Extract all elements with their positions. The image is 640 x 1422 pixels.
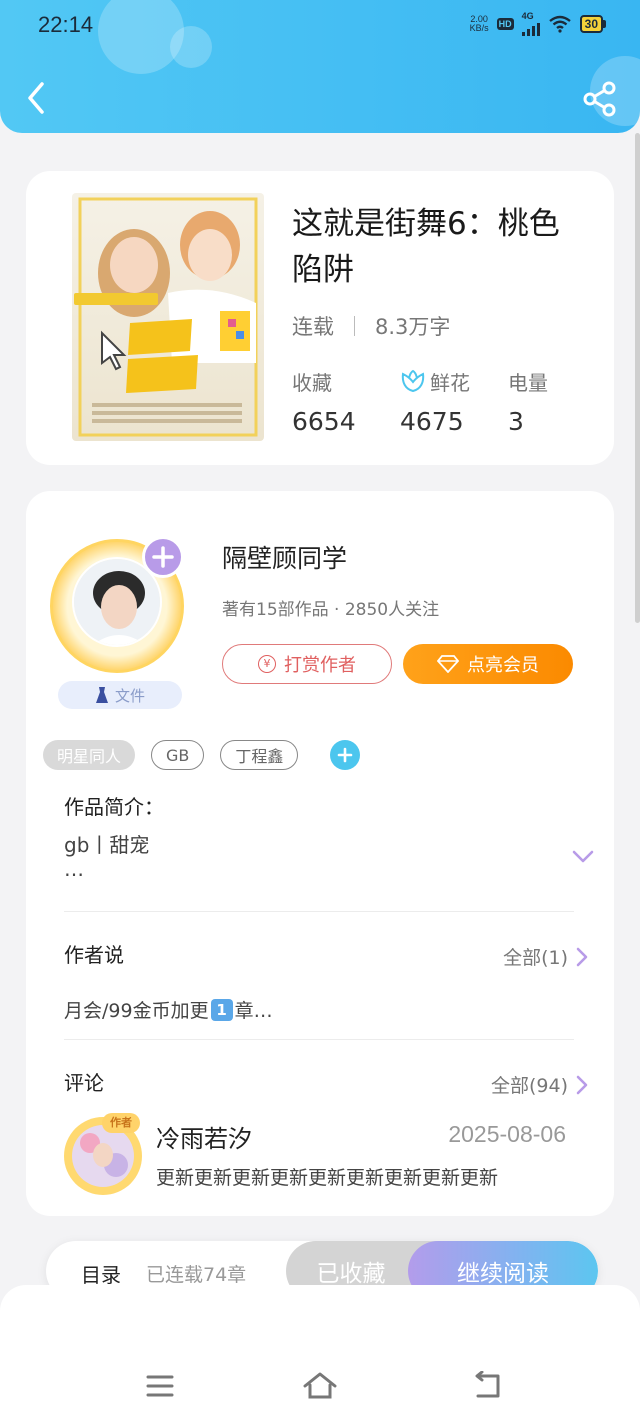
tip-author-button[interactable]: ¥ 打赏作者 xyxy=(222,644,392,684)
yen-icon: ¥ xyxy=(258,655,276,673)
book-meta: 连载 8.3万字 xyxy=(292,311,450,341)
chevron-down-icon xyxy=(572,850,594,863)
book-title: 这就是街舞6：桃色陷阱 xyxy=(292,206,560,288)
author-says-heading: 作者说 xyxy=(64,943,124,967)
stat-value: 4675 xyxy=(400,407,464,436)
book-stats: 收藏 6654 鲜花 4675 电量 3 xyxy=(292,367,616,436)
collected-label: 已收藏 xyxy=(316,1261,386,1287)
divider xyxy=(64,911,574,912)
divider xyxy=(64,1039,574,1040)
stat-label: 电量 xyxy=(508,370,548,395)
vip-button[interactable]: 点亮会员 xyxy=(403,644,573,684)
chevron-right-icon xyxy=(576,1075,588,1094)
share-icon xyxy=(583,81,616,117)
home-icon xyxy=(303,1372,337,1399)
battery-icon: 30 xyxy=(579,15,606,33)
author-badge: 文件 xyxy=(58,681,182,709)
comment-text[interactable]: 更新更新更新更新更新更新更新更新更新 xyxy=(156,1163,498,1190)
commenter-avatar[interactable]: 作者 xyxy=(64,1113,146,1195)
intro-text[interactable]: gb丨甜宠 … xyxy=(64,833,149,881)
stat-collections: 收藏 6654 xyxy=(292,367,400,437)
cover-illustration xyxy=(72,193,264,441)
intro-ellipsis: … xyxy=(64,857,84,881)
intro-line: gb丨甜宠 xyxy=(64,833,150,857)
tip-author-label: 打赏作者 xyxy=(284,655,356,676)
continue-reading-label: 继续阅读 xyxy=(457,1261,549,1287)
chapter-count: 已连载74章 xyxy=(146,1264,247,1286)
dress-icon xyxy=(95,687,108,703)
nav-home-button[interactable] xyxy=(302,1371,338,1401)
tag-list: 明星同人 GB 丁程鑫 xyxy=(43,740,361,770)
expand-intro-button[interactable] xyxy=(572,849,594,863)
chevron-right-icon xyxy=(576,947,588,966)
more-label: 全部(94) xyxy=(490,1075,568,1097)
network-type: 4G xyxy=(521,11,534,21)
signal-icon: 4G xyxy=(521,11,540,36)
status-icons: 2.00 KB/s HD 4G 30 xyxy=(470,12,606,36)
flower-icon xyxy=(401,369,425,393)
book-cover[interactable] xyxy=(72,193,264,441)
system-nav-bar xyxy=(0,1285,640,1422)
comments-more-link[interactable]: 全部(94) xyxy=(491,1071,588,1098)
wifi-icon xyxy=(548,15,571,33)
author-role-badge: 作者 xyxy=(102,1113,140,1133)
serial-status: 连载 xyxy=(292,315,334,339)
comments-heading: 评论 xyxy=(64,1071,104,1095)
stat-label: 鲜花 xyxy=(430,370,470,395)
add-tag-button[interactable] xyxy=(330,740,361,770)
meta-divider xyxy=(354,316,355,336)
diamond-icon xyxy=(437,655,459,673)
net-speed: 2.00 KB/s xyxy=(470,15,489,33)
author-avatar[interactable]: 文件 xyxy=(44,531,204,711)
comment-date: 2025-08-06 xyxy=(448,1121,566,1147)
plus-icon xyxy=(152,546,174,568)
author-name[interactable]: 隔壁顾同学 xyxy=(222,539,347,575)
scrollbar[interactable] xyxy=(635,133,640,623)
keycap-one-icon: 1 xyxy=(210,998,233,1021)
more-label: 全部(1) xyxy=(503,947,568,969)
stat-label: 收藏 xyxy=(292,370,332,395)
word-count: 8.3万字 xyxy=(375,315,451,339)
stat-value: 6654 xyxy=(292,407,356,436)
follow-author-button[interactable] xyxy=(142,536,184,578)
avatar-image xyxy=(72,1125,134,1187)
net-speed-unit: KB/s xyxy=(469,23,489,33)
back-arrow-icon xyxy=(475,1370,500,1398)
tag-item[interactable]: GB xyxy=(151,740,205,770)
status-time: 22:14 xyxy=(38,12,94,37)
back-button[interactable] xyxy=(20,78,54,118)
toc-button[interactable]: 目录 xyxy=(81,1259,121,1288)
author-info: 著有15部作品 · 2850人关注 xyxy=(222,600,440,620)
nav-menu-button[interactable] xyxy=(142,1371,178,1401)
vip-button-label: 点亮会员 xyxy=(467,655,539,676)
tag-item[interactable]: 明星同人 xyxy=(43,740,136,770)
decor-bubble xyxy=(170,26,212,68)
author-says-text-part: 章… xyxy=(234,1000,273,1022)
book-detail-card: 文件 隔壁顾同学 著有15部作品 · 2850人关注 ¥ 打赏作者 点亮会员 明… xyxy=(26,491,614,1216)
tag-item[interactable]: 丁程鑫 xyxy=(220,740,299,770)
hd-icon: HD xyxy=(496,18,514,30)
stat-flowers[interactable]: 鲜花 4675 xyxy=(400,367,508,436)
battery-level: 30 xyxy=(579,15,603,33)
chevron-left-icon xyxy=(28,82,44,114)
author-says-text-part: 月会/99金币加更 xyxy=(64,1000,209,1022)
commenter-name[interactable]: 冷雨若汐 xyxy=(156,1119,252,1154)
nav-back-button[interactable] xyxy=(470,1370,506,1401)
stat-value: 3 xyxy=(508,407,524,436)
stat-label-row: 鲜花 xyxy=(400,367,508,395)
top-header: 22:14 2.00 KB/s HD 4G 30 xyxy=(0,0,640,133)
intro-heading: 作品简介： xyxy=(64,795,164,819)
book-info-card: 这就是街舞6：桃色陷阱 连载 8.3万字 收藏 6654 鲜花 4675 电量 … xyxy=(26,171,614,465)
plus-icon xyxy=(338,747,353,763)
author-says-more-link[interactable]: 全部(1) xyxy=(503,943,588,970)
stat-energy: 电量 3 xyxy=(508,367,616,437)
author-says-text[interactable]: 月会/99金币加更 1 章… xyxy=(64,996,273,1023)
author-badge-label: 文件 xyxy=(114,686,145,705)
menu-icon xyxy=(146,1375,174,1397)
share-button[interactable] xyxy=(582,80,618,118)
